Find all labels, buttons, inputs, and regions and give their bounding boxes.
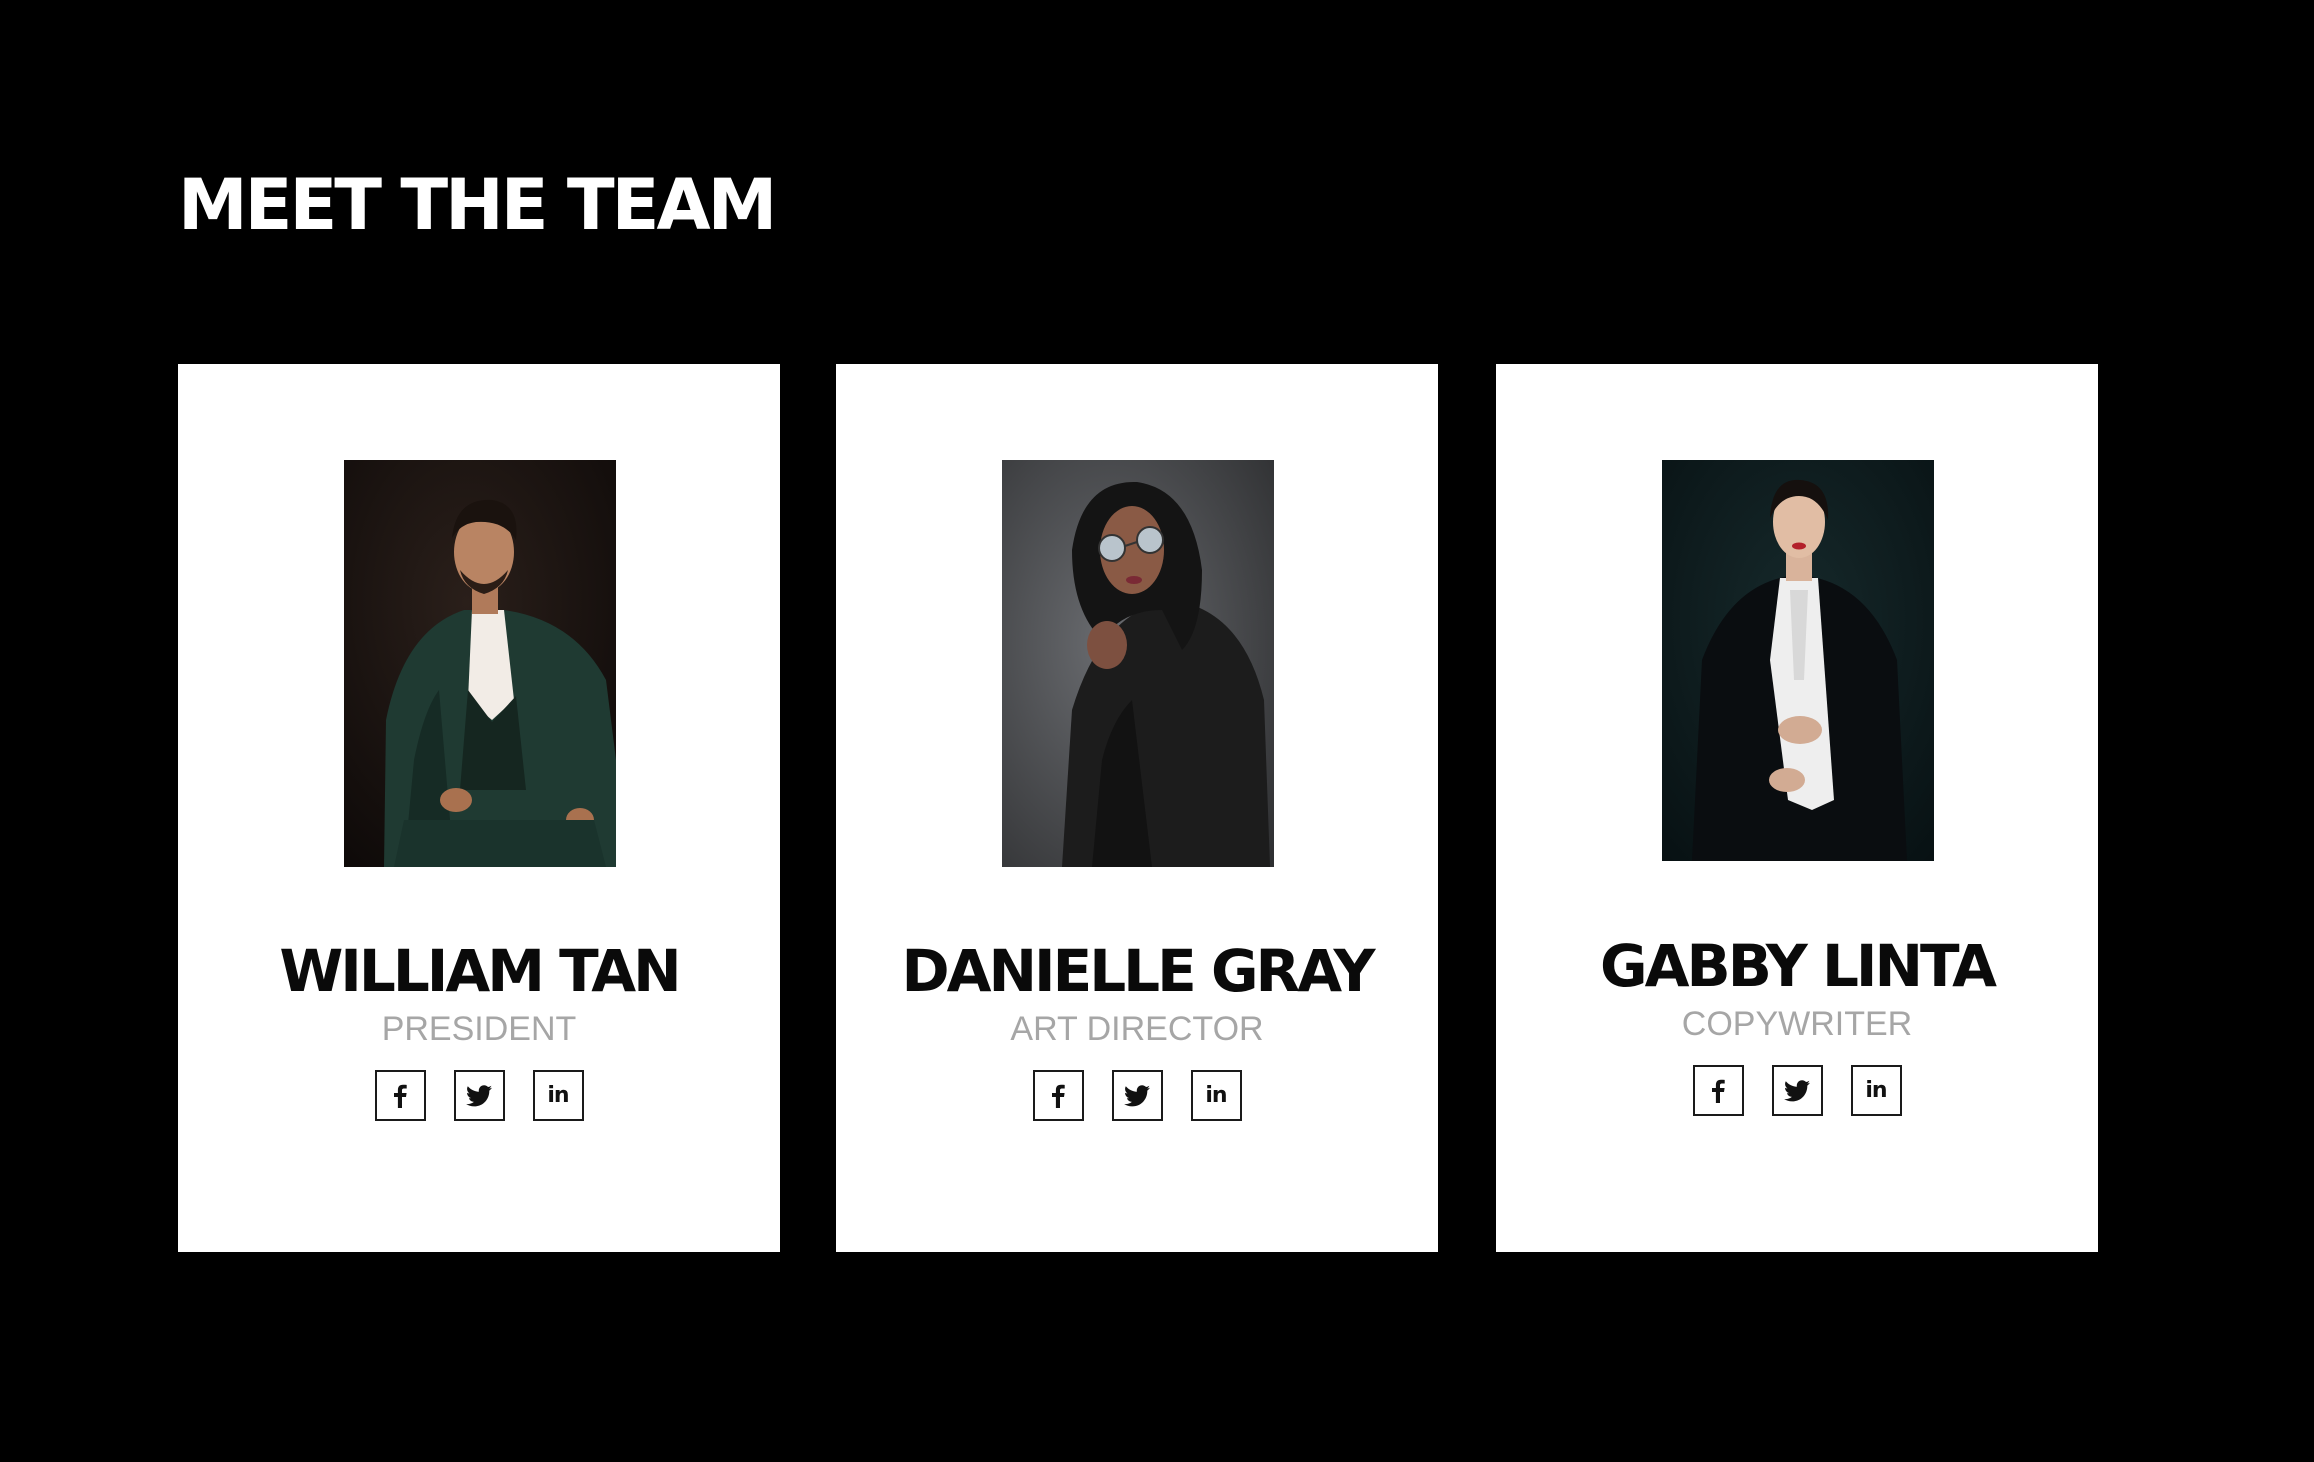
facebook-icon (1712, 1079, 1725, 1103)
portrait-image (1002, 460, 1274, 867)
social-links: in (836, 1070, 1438, 1121)
member-role: PRESIDENT (381, 1010, 577, 1048)
member-role: ART DIRECTOR (1010, 1010, 1264, 1048)
linkedin-button[interactable]: in (1850, 1065, 1902, 1116)
member-name: DANIELLE GRAY (901, 937, 1375, 1005)
twitter-button[interactable] (453, 1070, 505, 1121)
facebook-button[interactable] (374, 1070, 426, 1121)
twitter-button[interactable] (1111, 1070, 1163, 1121)
linkedin-icon: in (547, 1082, 569, 1108)
page-title: MEET THE TEAM (178, 164, 777, 246)
portrait-image (344, 460, 616, 867)
team-card-danielle-gray: DANIELLE GRAY ART DIRECTOR in (836, 364, 1438, 1252)
team-photo (1002, 460, 1274, 867)
facebook-icon (394, 1084, 407, 1108)
member-name: GABBY LINTA (1600, 932, 1997, 1000)
team-photo (344, 460, 616, 867)
team-card-william-tan: WILLIAM TAN PRESIDENT in (178, 364, 780, 1252)
facebook-button[interactable] (1032, 1070, 1084, 1121)
team-card-gabby-linta: GABBY LINTA COPYWRITER in (1496, 364, 2098, 1252)
member-name: WILLIAM TAN (279, 937, 681, 1005)
portrait-image (1662, 460, 1934, 861)
twitter-icon (1784, 1079, 1810, 1101)
twitter-icon (1124, 1084, 1150, 1106)
facebook-button[interactable] (1692, 1065, 1744, 1116)
linkedin-icon: in (1865, 1077, 1887, 1103)
facebook-icon (1052, 1084, 1065, 1108)
member-role: COPYWRITER (1681, 1005, 1913, 1043)
linkedin-button[interactable]: in (532, 1070, 584, 1121)
social-links: in (1496, 1065, 2098, 1116)
twitter-button[interactable] (1771, 1065, 1823, 1116)
twitter-icon (466, 1084, 492, 1106)
linkedin-button[interactable]: in (1190, 1070, 1242, 1121)
team-photo (1662, 460, 1934, 861)
social-links: in (178, 1070, 780, 1121)
linkedin-icon: in (1205, 1082, 1227, 1108)
